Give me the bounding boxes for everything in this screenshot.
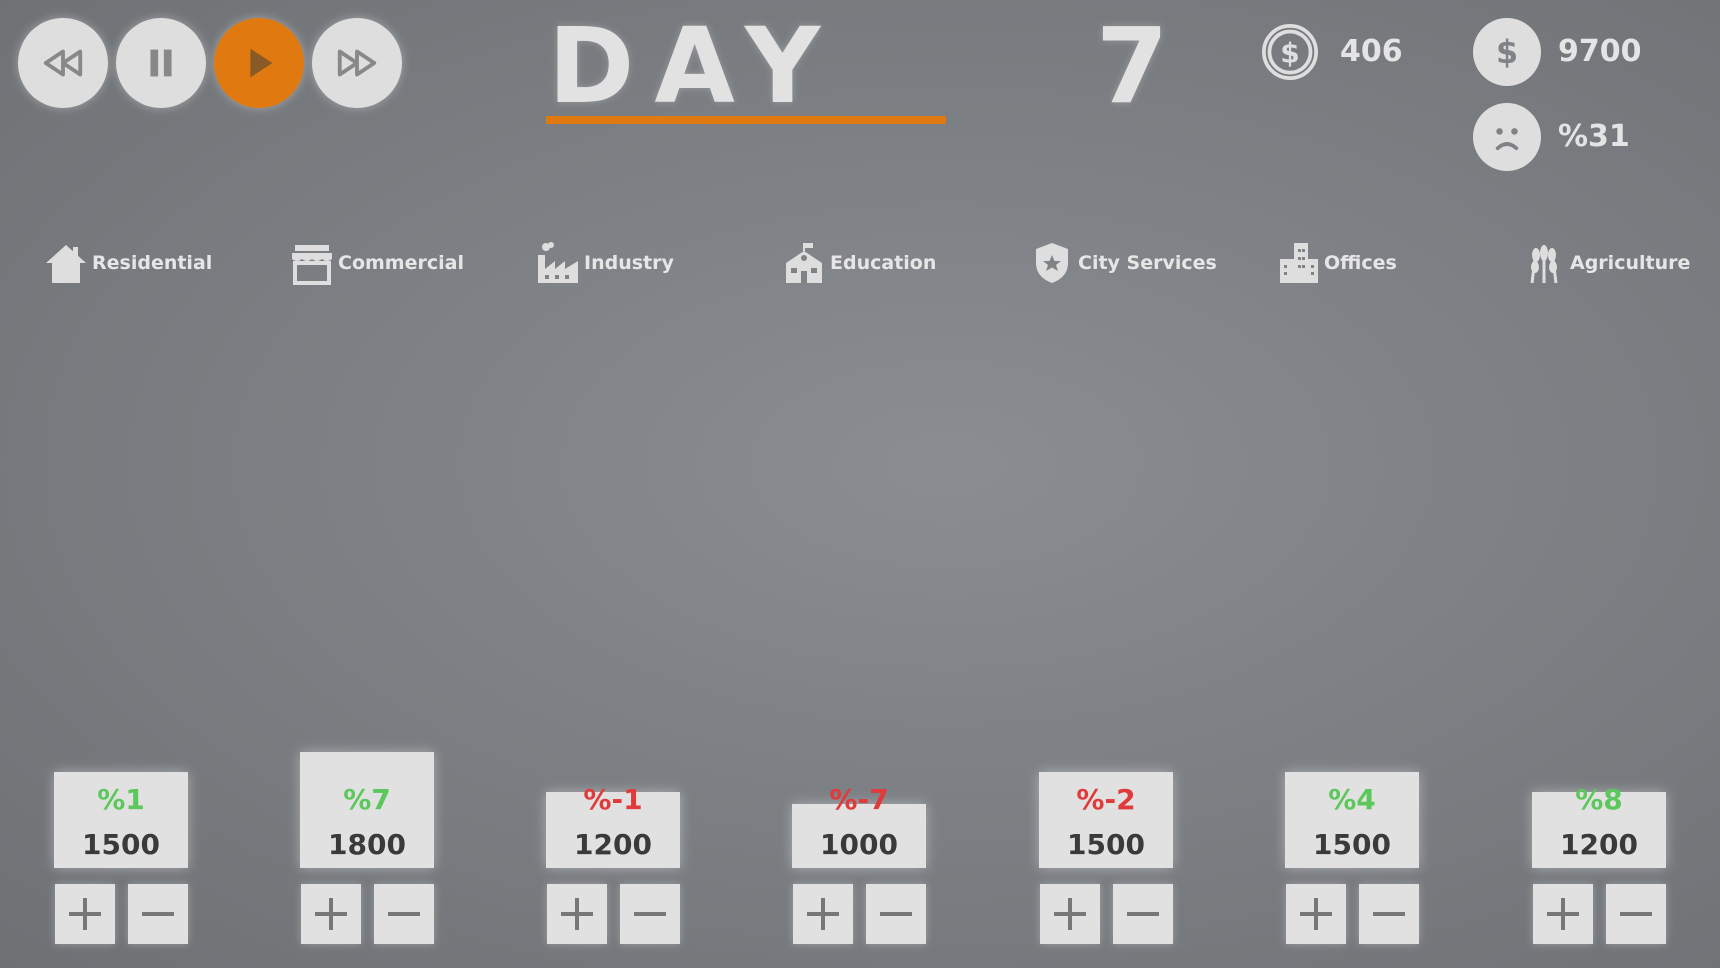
house-icon	[46, 245, 86, 283]
plus-icon	[1054, 898, 1086, 930]
budget-value: 1200	[1560, 828, 1638, 861]
budget-change: %7	[343, 783, 391, 816]
budget-change: %-1	[583, 783, 643, 816]
svg-text:$: $	[1496, 35, 1518, 71]
budget-change: %-7	[829, 783, 889, 816]
category-label: Residential	[92, 252, 213, 274]
budget-change: %4	[1328, 783, 1376, 816]
category-residential[interactable]: Residential	[44, 240, 212, 286]
minus-icon	[1127, 912, 1159, 916]
budget-value: 1000	[820, 828, 898, 861]
increase-budget-button[interactable]	[793, 884, 853, 944]
plus-icon	[1300, 898, 1332, 930]
category-label: Commercial	[338, 252, 464, 274]
decrease-budget-button[interactable]	[1359, 884, 1419, 944]
category-label: Industry	[584, 252, 674, 274]
decrease-budget-button[interactable]	[128, 884, 188, 944]
minus-icon	[634, 912, 666, 916]
happiness-value: %31	[1558, 119, 1630, 154]
category-label: Agriculture	[1570, 252, 1691, 274]
coin-icon: $	[1256, 18, 1324, 86]
pause-icon	[150, 49, 172, 77]
increase-budget-button[interactable]	[1286, 884, 1346, 944]
plus-icon	[315, 898, 347, 930]
play-button[interactable]	[214, 18, 304, 108]
minus-icon	[880, 912, 912, 916]
budget-value: 1500	[82, 828, 160, 861]
decrease-budget-button[interactable]	[866, 884, 926, 944]
fast-forward-button[interactable]	[312, 18, 402, 108]
budget-change: %8	[1575, 783, 1623, 816]
category-label: Education	[830, 252, 937, 274]
increase-budget-button[interactable]	[1040, 884, 1100, 944]
category-commercial[interactable]: Commercial	[290, 240, 464, 286]
category-education[interactable]: Education	[782, 240, 936, 286]
increase-budget-button[interactable]	[1533, 884, 1593, 944]
category-label: Offices	[1324, 252, 1397, 274]
plus-icon	[1547, 898, 1579, 930]
money-value: 9700	[1558, 34, 1642, 69]
day-label: DAY	[548, 5, 841, 127]
decrease-budget-button[interactable]	[1113, 884, 1173, 944]
office-building-icon	[1280, 243, 1318, 283]
category-agriculture[interactable]: Agriculture	[1522, 240, 1690, 286]
category-label: City Services	[1078, 252, 1217, 274]
minus-icon	[1620, 912, 1652, 916]
income-value: 406	[1340, 34, 1403, 69]
minus-icon	[388, 912, 420, 916]
category-industry[interactable]: Industry	[536, 240, 674, 286]
budget-change: %1	[97, 783, 145, 816]
category-offices[interactable]: Offices	[1276, 240, 1397, 286]
day-number: 7	[1096, 5, 1169, 127]
shop-icon	[292, 245, 332, 285]
budget-value: 1500	[1067, 828, 1145, 861]
increase-budget-button[interactable]	[547, 884, 607, 944]
rewind-icon	[43, 49, 83, 77]
category-city-services[interactable]: City Services	[1030, 240, 1217, 286]
svg-text:$: $	[1280, 36, 1299, 69]
minus-icon	[142, 912, 174, 916]
decrease-budget-button[interactable]	[374, 884, 434, 944]
decrease-budget-button[interactable]	[620, 884, 680, 944]
fast-forward-icon	[337, 49, 377, 77]
decrease-budget-button[interactable]	[1606, 884, 1666, 944]
increase-budget-button[interactable]	[55, 884, 115, 944]
dollar-icon: $	[1473, 18, 1541, 86]
plus-icon	[69, 898, 101, 930]
budget-value: 1800	[328, 828, 406, 861]
school-icon	[786, 243, 822, 283]
minus-icon	[1373, 912, 1405, 916]
factory-icon	[538, 242, 578, 283]
budget-value: 1500	[1313, 828, 1391, 861]
plus-icon	[561, 898, 593, 930]
wheat-icon	[1530, 245, 1558, 284]
day-underline	[546, 116, 946, 124]
sad-face-icon	[1473, 103, 1541, 171]
pause-button[interactable]	[116, 18, 206, 108]
rewind-button[interactable]	[18, 18, 108, 108]
increase-budget-button[interactable]	[301, 884, 361, 944]
police-badge-icon	[1036, 243, 1068, 283]
budget-change: %-2	[1076, 783, 1136, 816]
budget-value: 1200	[574, 828, 652, 861]
plus-icon	[807, 898, 839, 930]
play-icon	[250, 48, 273, 78]
